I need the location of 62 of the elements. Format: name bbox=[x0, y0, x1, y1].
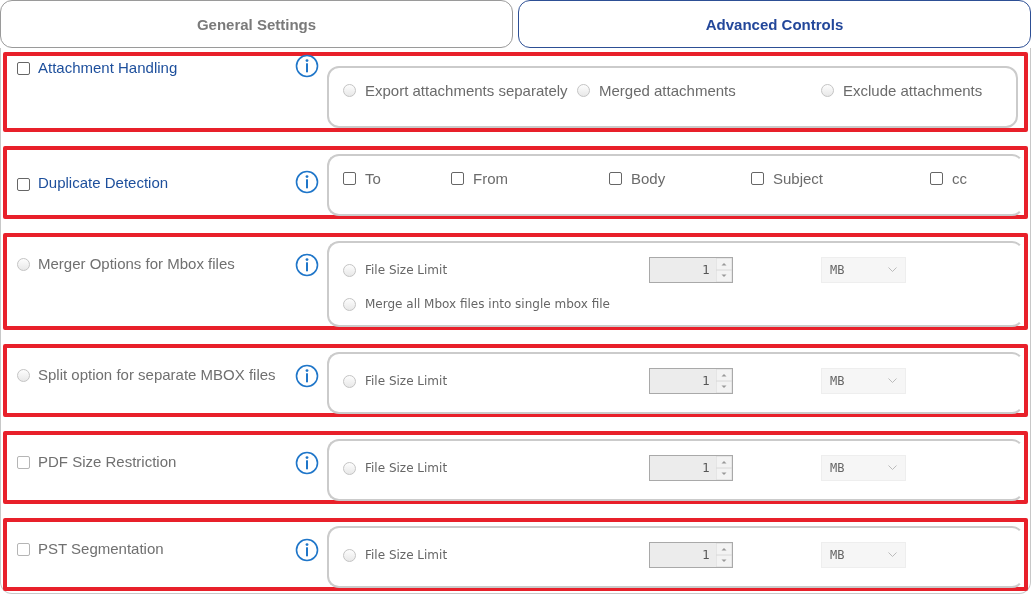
info-icon[interactable] bbox=[295, 54, 319, 78]
radio-button[interactable] bbox=[343, 263, 356, 277]
unit-dropdown[interactable]: MB bbox=[821, 257, 906, 283]
tab[interactable]: General Settings bbox=[0, 0, 513, 48]
radio-button[interactable] bbox=[577, 84, 590, 97]
checkbox[interactable] bbox=[451, 172, 464, 185]
radio-option[interactable]: Merged attachments bbox=[577, 82, 821, 99]
radio-option[interactable]: File Size Limit bbox=[343, 263, 649, 277]
radio-button[interactable] bbox=[343, 461, 356, 475]
tab[interactable]: Advanced Controls bbox=[518, 0, 1031, 48]
unit-dropdown[interactable]: MB bbox=[821, 368, 906, 394]
number-field[interactable]: 1 bbox=[649, 257, 733, 283]
option-label: Duplicate Detection bbox=[38, 174, 170, 191]
radio-button[interactable] bbox=[343, 297, 356, 311]
checkbox-option[interactable]: From bbox=[451, 170, 609, 187]
radio-button[interactable] bbox=[17, 258, 30, 271]
radio-option[interactable]: Exclude attachments bbox=[821, 82, 1002, 99]
unit-dropdown[interactable]: MB bbox=[821, 455, 906, 481]
checkbox[interactable] bbox=[751, 172, 764, 185]
radio-button[interactable] bbox=[343, 374, 356, 388]
radio-button[interactable] bbox=[343, 84, 356, 97]
radio-option[interactable]: Export attachments separately bbox=[343, 82, 577, 99]
info-icon[interactable] bbox=[295, 538, 319, 562]
radio-option[interactable]: File Size Limit bbox=[343, 374, 649, 388]
option-label: PDF Size Restriction bbox=[38, 453, 178, 470]
chevron-down-icon bbox=[888, 552, 897, 558]
chevron-down-icon bbox=[888, 378, 897, 384]
radio-option[interactable]: File Size Limit bbox=[343, 461, 649, 475]
spinner-arrows-icon[interactable] bbox=[716, 258, 732, 282]
radio-button[interactable] bbox=[17, 369, 30, 382]
option-label: Attachment Handling bbox=[38, 58, 179, 76]
checkbox[interactable] bbox=[17, 177, 30, 191]
spinner-arrows-icon[interactable] bbox=[716, 369, 732, 393]
info-icon[interactable] bbox=[295, 253, 319, 277]
option-label: Merger Options for Mbox files bbox=[38, 255, 236, 272]
info-icon[interactable] bbox=[295, 364, 319, 388]
checkbox-option[interactable]: Body bbox=[609, 170, 751, 187]
checkbox[interactable] bbox=[17, 456, 30, 469]
radio-option[interactable]: File Size Limit bbox=[343, 548, 649, 562]
radio-option[interactable]: Merge all Mbox files into single mbox file bbox=[343, 297, 1008, 311]
info-icon[interactable] bbox=[295, 451, 319, 475]
chevron-down-icon bbox=[888, 267, 897, 273]
checkbox[interactable] bbox=[609, 172, 622, 185]
checkbox-option[interactable]: Subject bbox=[751, 170, 930, 187]
spinner-arrows-icon[interactable] bbox=[716, 543, 732, 567]
radio-button[interactable] bbox=[821, 84, 834, 97]
checkbox[interactable] bbox=[17, 543, 30, 556]
checkbox[interactable] bbox=[343, 172, 356, 185]
chevron-down-icon bbox=[888, 465, 897, 471]
number-field[interactable]: 1 bbox=[649, 542, 733, 568]
option-label: PST Segmentation bbox=[38, 540, 165, 557]
number-field[interactable]: 1 bbox=[649, 368, 733, 394]
radio-button[interactable] bbox=[343, 548, 356, 562]
spinner-arrows-icon[interactable] bbox=[716, 456, 732, 480]
info-icon[interactable] bbox=[295, 169, 319, 194]
unit-dropdown[interactable]: MB bbox=[821, 542, 906, 568]
checkbox[interactable] bbox=[930, 172, 943, 185]
checkbox[interactable] bbox=[17, 62, 30, 75]
checkbox-option[interactable]: cc bbox=[930, 170, 1008, 187]
number-field[interactable]: 1 bbox=[649, 455, 733, 481]
checkbox-option[interactable]: To bbox=[343, 170, 451, 187]
option-label: Split option for separate MBOX files bbox=[38, 366, 277, 383]
